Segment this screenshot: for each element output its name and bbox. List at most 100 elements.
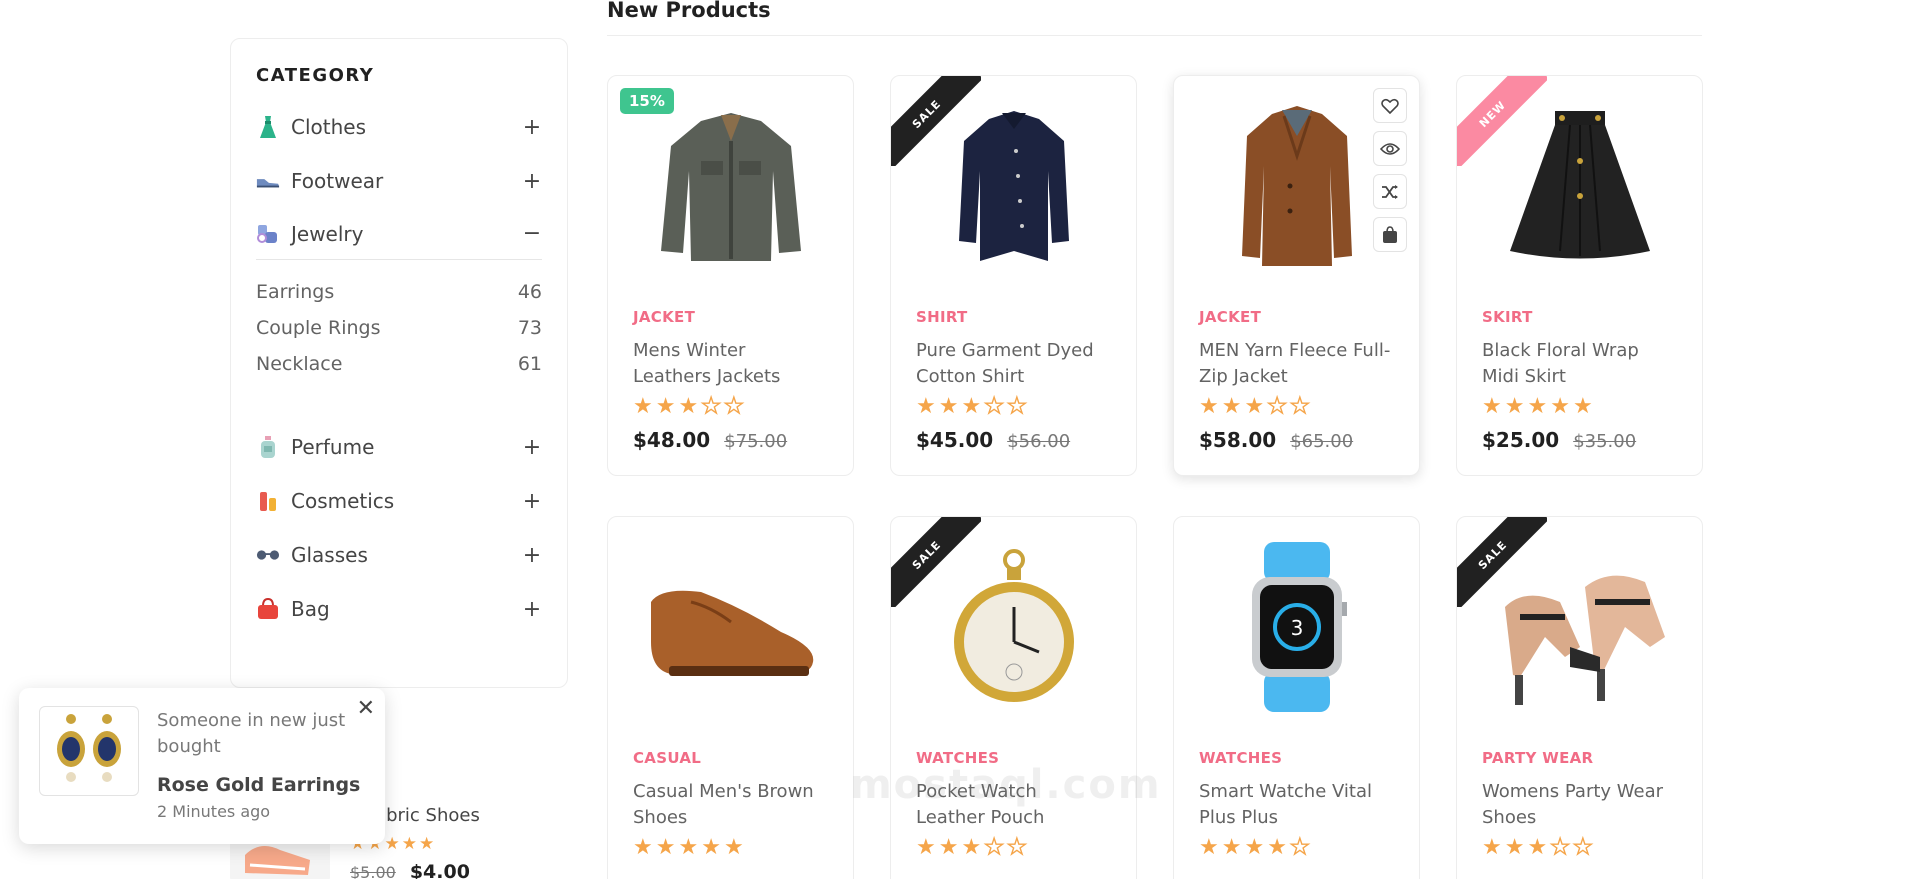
collapse-icon[interactable]: −: [522, 221, 542, 246]
expand-icon[interactable]: +: [522, 543, 542, 568]
product-card[interactable]: NEW SKIRT Black Floral Wrap Midi Skirt ★…: [1456, 75, 1703, 476]
product-title[interactable]: Black Floral Wrap Midi Skirt: [1482, 338, 1677, 390]
star-outline-icon: ★: [1550, 835, 1571, 860]
product-category[interactable]: JACKET: [1199, 308, 1394, 326]
compare-button[interactable]: [1373, 174, 1407, 209]
sidebar-title: CATEGORY: [256, 65, 375, 86]
category-perfume[interactable]: Perfume +: [256, 420, 542, 474]
star-icon: ★: [1504, 394, 1525, 419]
submenu-count: 73: [517, 317, 542, 339]
star-icon: ★: [384, 834, 400, 854]
star-icon: ★: [1199, 835, 1219, 860]
category-footwear[interactable]: Footwear +: [256, 154, 542, 208]
product-title[interactable]: Pure Garment Dyed Cotton Shirt: [916, 338, 1111, 390]
product-title[interactable]: Womens Party Wear Shoes: [1482, 779, 1677, 831]
expand-icon[interactable]: +: [522, 115, 542, 140]
category-jewelry[interactable]: Jewelry −: [256, 208, 542, 260]
rating-stars: ★ ★ ★ ★ ★: [633, 837, 828, 859]
perfume-icon: [256, 435, 280, 459]
product-card[interactable]: JACKET MEN Yarn Fleece Full-Zip Jacket ★…: [1173, 75, 1420, 476]
sale-ribbon: SALE: [891, 76, 981, 166]
rating-stars: ★ ★ ★ ★ ★: [633, 394, 828, 419]
best-seller-price: $5.00 $4.00: [350, 861, 470, 879]
product-title[interactable]: MEN Yarn Fleece Full-Zip Jacket: [1199, 338, 1394, 390]
sale-badge: SALE: [891, 76, 981, 166]
star-icon: ★: [1482, 835, 1502, 860]
submenu-item-couple-rings[interactable]: Couple Rings 73: [256, 310, 542, 346]
rating-stars: ★ ★ ★ ★ ★: [1199, 835, 1394, 860]
submenu-item-necklace[interactable]: Necklace 61: [256, 346, 542, 382]
product-price: $58.00 $65.00: [1199, 428, 1394, 452]
submenu-count: 46: [517, 281, 542, 303]
notification-product-name[interactable]: Rose Gold Earrings: [157, 774, 367, 796]
jewelry-icon: [256, 222, 280, 246]
star-outline-icon: ★: [984, 394, 1005, 419]
section-title: New Products: [607, 0, 771, 22]
product-card[interactable]: 3 WATCHES Smart Watche Vital Plus Plus ★…: [1173, 516, 1420, 879]
old-price: $75.00: [724, 431, 788, 452]
product-card[interactable]: SALE SHIRT Pure Garment Dyed Cotton Shir…: [890, 75, 1137, 476]
product-title[interactable]: Casual Men's Brown Shoes: [633, 779, 828, 831]
star-outline-icon: ★: [1289, 835, 1310, 860]
product-category[interactable]: PARTY WEAR: [1482, 749, 1677, 767]
rating-stars: ★ ★ ★ ★ ★: [916, 835, 1111, 860]
product-card[interactable]: CASUAL Casual Men's Brown Shoes ★ ★ ★ ★ ★: [607, 516, 854, 879]
star-icon: ★: [419, 834, 435, 854]
heart-icon: [1381, 98, 1399, 114]
old-price: $5.00: [350, 863, 396, 879]
star-icon: ★: [655, 835, 676, 860]
wishlist-button[interactable]: [1373, 88, 1407, 123]
category-label: Bag: [291, 597, 330, 621]
product-card[interactable]: 15% JACKET Mens Winter Leathers Jackets …: [607, 75, 854, 476]
notification-product-image[interactable]: [39, 706, 139, 796]
submenu-label: Earrings: [256, 281, 335, 303]
star-outline-icon: ★: [723, 394, 744, 419]
product-title[interactable]: Smart Watche Vital Plus Plus: [1199, 779, 1394, 831]
expand-icon[interactable]: +: [522, 597, 542, 622]
category-glasses[interactable]: Glasses +: [256, 528, 542, 582]
product-price: $25.00 $35.00: [1482, 428, 1677, 452]
product-image[interactable]: 3: [1174, 517, 1419, 737]
star-outline-icon: ★: [701, 394, 722, 419]
close-icon[interactable]: ✕: [357, 696, 375, 721]
expand-icon[interactable]: +: [522, 435, 542, 460]
submenu-item-earrings[interactable]: Earrings 46: [256, 274, 542, 310]
sale-badge: SALE: [891, 517, 981, 607]
rating-stars: ★ ★ ★ ★ ★: [916, 394, 1111, 419]
current-price: $4.00: [409, 861, 470, 879]
old-price: $65.00: [1290, 431, 1354, 452]
category-label: Cosmetics: [291, 489, 395, 513]
star-outline-icon: ★: [1267, 394, 1288, 419]
current-price: $25.00: [1482, 428, 1560, 452]
category-cosmetics[interactable]: Cosmetics +: [256, 474, 542, 528]
sale-ribbon: SALE: [1457, 517, 1547, 607]
product-category[interactable]: WATCHES: [1199, 749, 1394, 767]
expand-icon[interactable]: +: [522, 169, 542, 194]
category-bag[interactable]: Bag +: [256, 582, 542, 636]
product-title[interactable]: Mens Winter Leathers Jackets: [633, 338, 828, 390]
category-sidebar: CATEGORY Clothes + Footwear + Jewelry −: [230, 38, 568, 688]
add-to-cart-button[interactable]: [1373, 217, 1407, 252]
category-clothes[interactable]: Clothes +: [256, 100, 542, 154]
product-card[interactable]: SALE WATCHES Pocket Watch Leather Pouch …: [890, 516, 1137, 879]
rating-stars: ★ ★ ★ ★ ★: [1482, 396, 1677, 418]
notification-time: 2 Minutes ago: [157, 802, 271, 821]
shopping-bag-icon: [1383, 225, 1397, 243]
quick-view-button[interactable]: [1373, 131, 1407, 166]
product-card[interactable]: SALE PARTY WEAR Womens Party Wear Shoes …: [1456, 516, 1703, 879]
star-icon: ★: [1199, 394, 1219, 419]
product-image[interactable]: [608, 517, 853, 737]
product-category[interactable]: SKIRT: [1482, 308, 1677, 326]
product-category[interactable]: JACKET: [633, 308, 828, 326]
product-category[interactable]: CASUAL: [633, 749, 828, 767]
star-icon: ★: [1527, 394, 1548, 419]
star-icon: ★: [678, 394, 699, 419]
product-category[interactable]: SHIRT: [916, 308, 1111, 326]
star-icon: ★: [938, 394, 959, 419]
star-icon: ★: [938, 835, 959, 860]
expand-icon[interactable]: +: [522, 489, 542, 514]
sale-ribbon: SALE: [891, 517, 981, 607]
category-label: Glasses: [291, 543, 368, 567]
star-icon: ★: [916, 394, 936, 419]
shoe-icon: [256, 169, 280, 193]
